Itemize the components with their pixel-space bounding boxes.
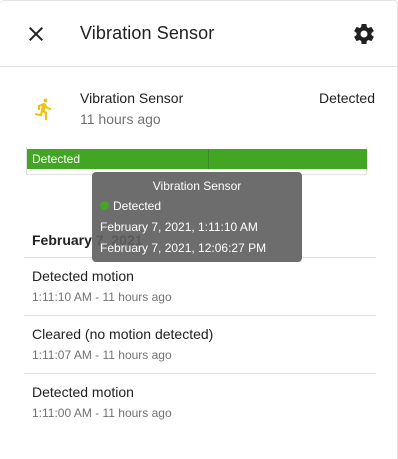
logbook-entry: Detected motion 1:11:10 AM - 11 hours ag… <box>24 257 376 315</box>
logbook-entry-time: 1:11:07 AM - 11 hours ago <box>32 348 172 362</box>
more-info-dialog: Vibration Sensor Vibration Sensor 11 hou… <box>0 0 398 459</box>
motion-run-icon <box>34 98 51 120</box>
tooltip-start-time: February 7, 2021, 1:11:10 AM <box>100 220 258 234</box>
logbook-entry-message: Detected motion <box>32 384 134 400</box>
tooltip-status-dot <box>100 201 109 210</box>
tooltip-title: Vibration Sensor <box>152 179 242 193</box>
logbook-entry-message: Detected motion <box>32 268 134 284</box>
dialog-title: Vibration Sensor <box>80 23 215 43</box>
entity-row: Vibration Sensor 11 hours ago Detected <box>0 67 397 137</box>
timeline-divider <box>208 149 209 169</box>
history-timeline[interactable]: Detected <box>26 147 367 175</box>
logbook-entry: Detected motion 1:11:00 AM - 11 hours ag… <box>24 373 376 431</box>
settings-button[interactable] <box>348 18 380 50</box>
entity-name: Vibration Sensor <box>80 90 184 106</box>
gear-icon <box>354 24 374 44</box>
dialog-header: Vibration Sensor <box>0 1 397 67</box>
logbook-entry-message: Cleared (no motion detected) <box>32 326 214 342</box>
logbook-entry: Cleared (no motion detected) 1:11:07 AM … <box>24 315 376 373</box>
timeline-bar-label: Detected <box>32 152 81 166</box>
tooltip-state: Detected <box>113 199 162 213</box>
entity-state: Detected <box>318 90 375 106</box>
tooltip-end-time: February 7, 2021, 12:06:27 PM <box>100 241 267 255</box>
close-button[interactable] <box>20 18 52 50</box>
logbook-entry-time: 1:11:00 AM - 11 hours ago <box>32 406 172 420</box>
timeline-tooltip: Vibration Sensor Detected February 7, 20… <box>92 172 302 262</box>
logbook-entry-time: 1:11:10 AM - 11 hours ago <box>32 290 172 304</box>
entity-last-changed: 11 hours ago <box>80 111 161 127</box>
close-icon <box>29 27 43 41</box>
